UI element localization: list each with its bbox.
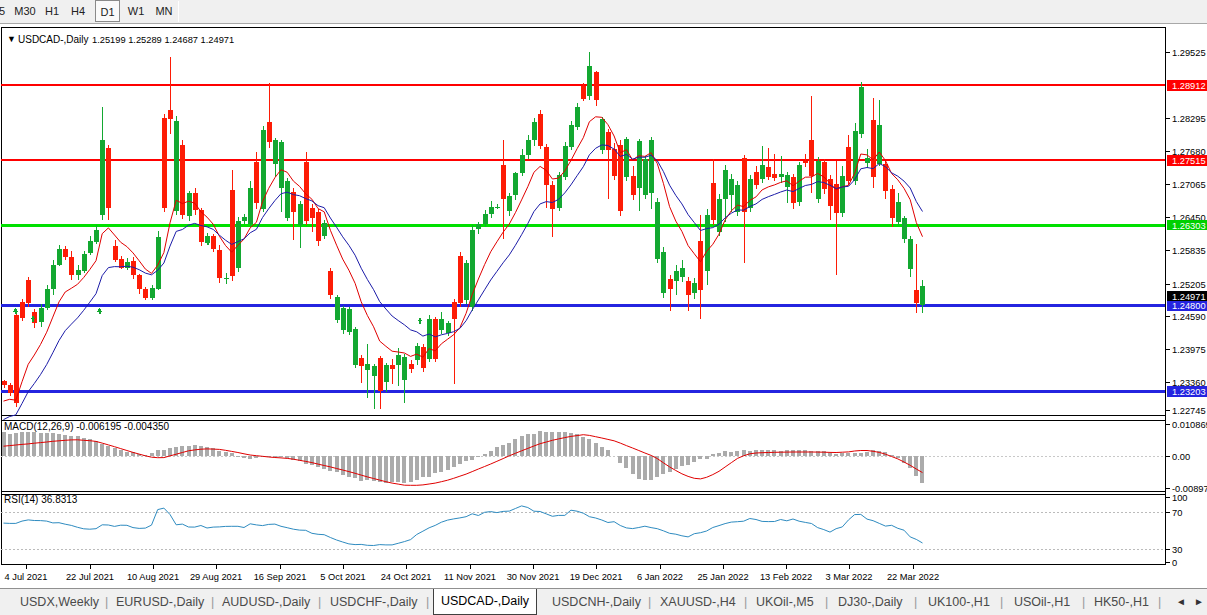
- svg-text:MACD(12,26,9) -0.006195 -0.004: MACD(12,26,9) -0.006195 -0.004350: [4, 421, 170, 432]
- svg-text:1.27515: 1.27515: [1172, 156, 1206, 166]
- svg-text:70: 70: [1172, 508, 1182, 518]
- svg-text:3 Mar 2022: 3 Mar 2022: [825, 572, 872, 582]
- svg-text:0.00: 0.00: [1172, 452, 1190, 462]
- svg-text:13 Feb 2022: 13 Feb 2022: [760, 572, 812, 582]
- svg-text:0.010869: 0.010869: [1172, 420, 1207, 430]
- svg-text:11 Nov 2021: 11 Nov 2021: [444, 572, 496, 582]
- svg-text:4 Jul 2021: 4 Jul 2021: [5, 572, 48, 582]
- svg-text:1.28295: 1.28295: [1172, 114, 1206, 124]
- svg-text:30: 30: [1172, 545, 1182, 555]
- svg-text:1.27065: 1.27065: [1172, 180, 1206, 190]
- svg-text:1.29525: 1.29525: [1172, 48, 1206, 58]
- svg-text:30 Nov 2021: 30 Nov 2021: [507, 572, 560, 582]
- svg-text:1.23975: 1.23975: [1172, 345, 1206, 355]
- svg-text:100: 100: [1172, 493, 1188, 503]
- svg-text:22 Jul 2021: 22 Jul 2021: [66, 572, 114, 582]
- svg-text:1.25835: 1.25835: [1172, 246, 1206, 256]
- svg-text:1.24800: 1.24800: [1172, 301, 1206, 311]
- svg-text:1.28912: 1.28912: [1172, 81, 1206, 91]
- svg-text:25 Jan 2022: 25 Jan 2022: [697, 572, 748, 582]
- svg-text:6 Jan 2022: 6 Jan 2022: [637, 572, 683, 582]
- svg-text:USDCAD-,Daily: USDCAD-,Daily: [18, 34, 89, 45]
- svg-text:1.24590: 1.24590: [1172, 312, 1206, 322]
- svg-text:1.22745: 1.22745: [1172, 406, 1206, 416]
- svg-text:0: 0: [1172, 558, 1177, 568]
- svg-text:1.25205: 1.25205: [1172, 280, 1206, 290]
- svg-text:1.26303: 1.26303: [1172, 221, 1206, 231]
- svg-text:RSI(14) 36.8313: RSI(14) 36.8313: [4, 494, 78, 505]
- svg-text:24 Oct 2021: 24 Oct 2021: [381, 572, 432, 582]
- svg-text:16 Sep 2021: 16 Sep 2021: [254, 572, 307, 582]
- svg-text:22 Mar 2022: 22 Mar 2022: [887, 572, 939, 582]
- svg-text:5 Oct 2021: 5 Oct 2021: [320, 572, 365, 582]
- svg-text:19 Dec 2021: 19 Dec 2021: [570, 572, 623, 582]
- svg-text:1.25199 1.25289 1.24687 1.2497: 1.25199 1.25289 1.24687 1.24971: [92, 35, 234, 45]
- svg-text:10 Aug 2021: 10 Aug 2021: [127, 572, 179, 582]
- svg-text:29 Aug 2021: 29 Aug 2021: [190, 572, 242, 582]
- svg-text:1.23203: 1.23203: [1172, 387, 1206, 397]
- svg-text:▼: ▼: [7, 34, 16, 44]
